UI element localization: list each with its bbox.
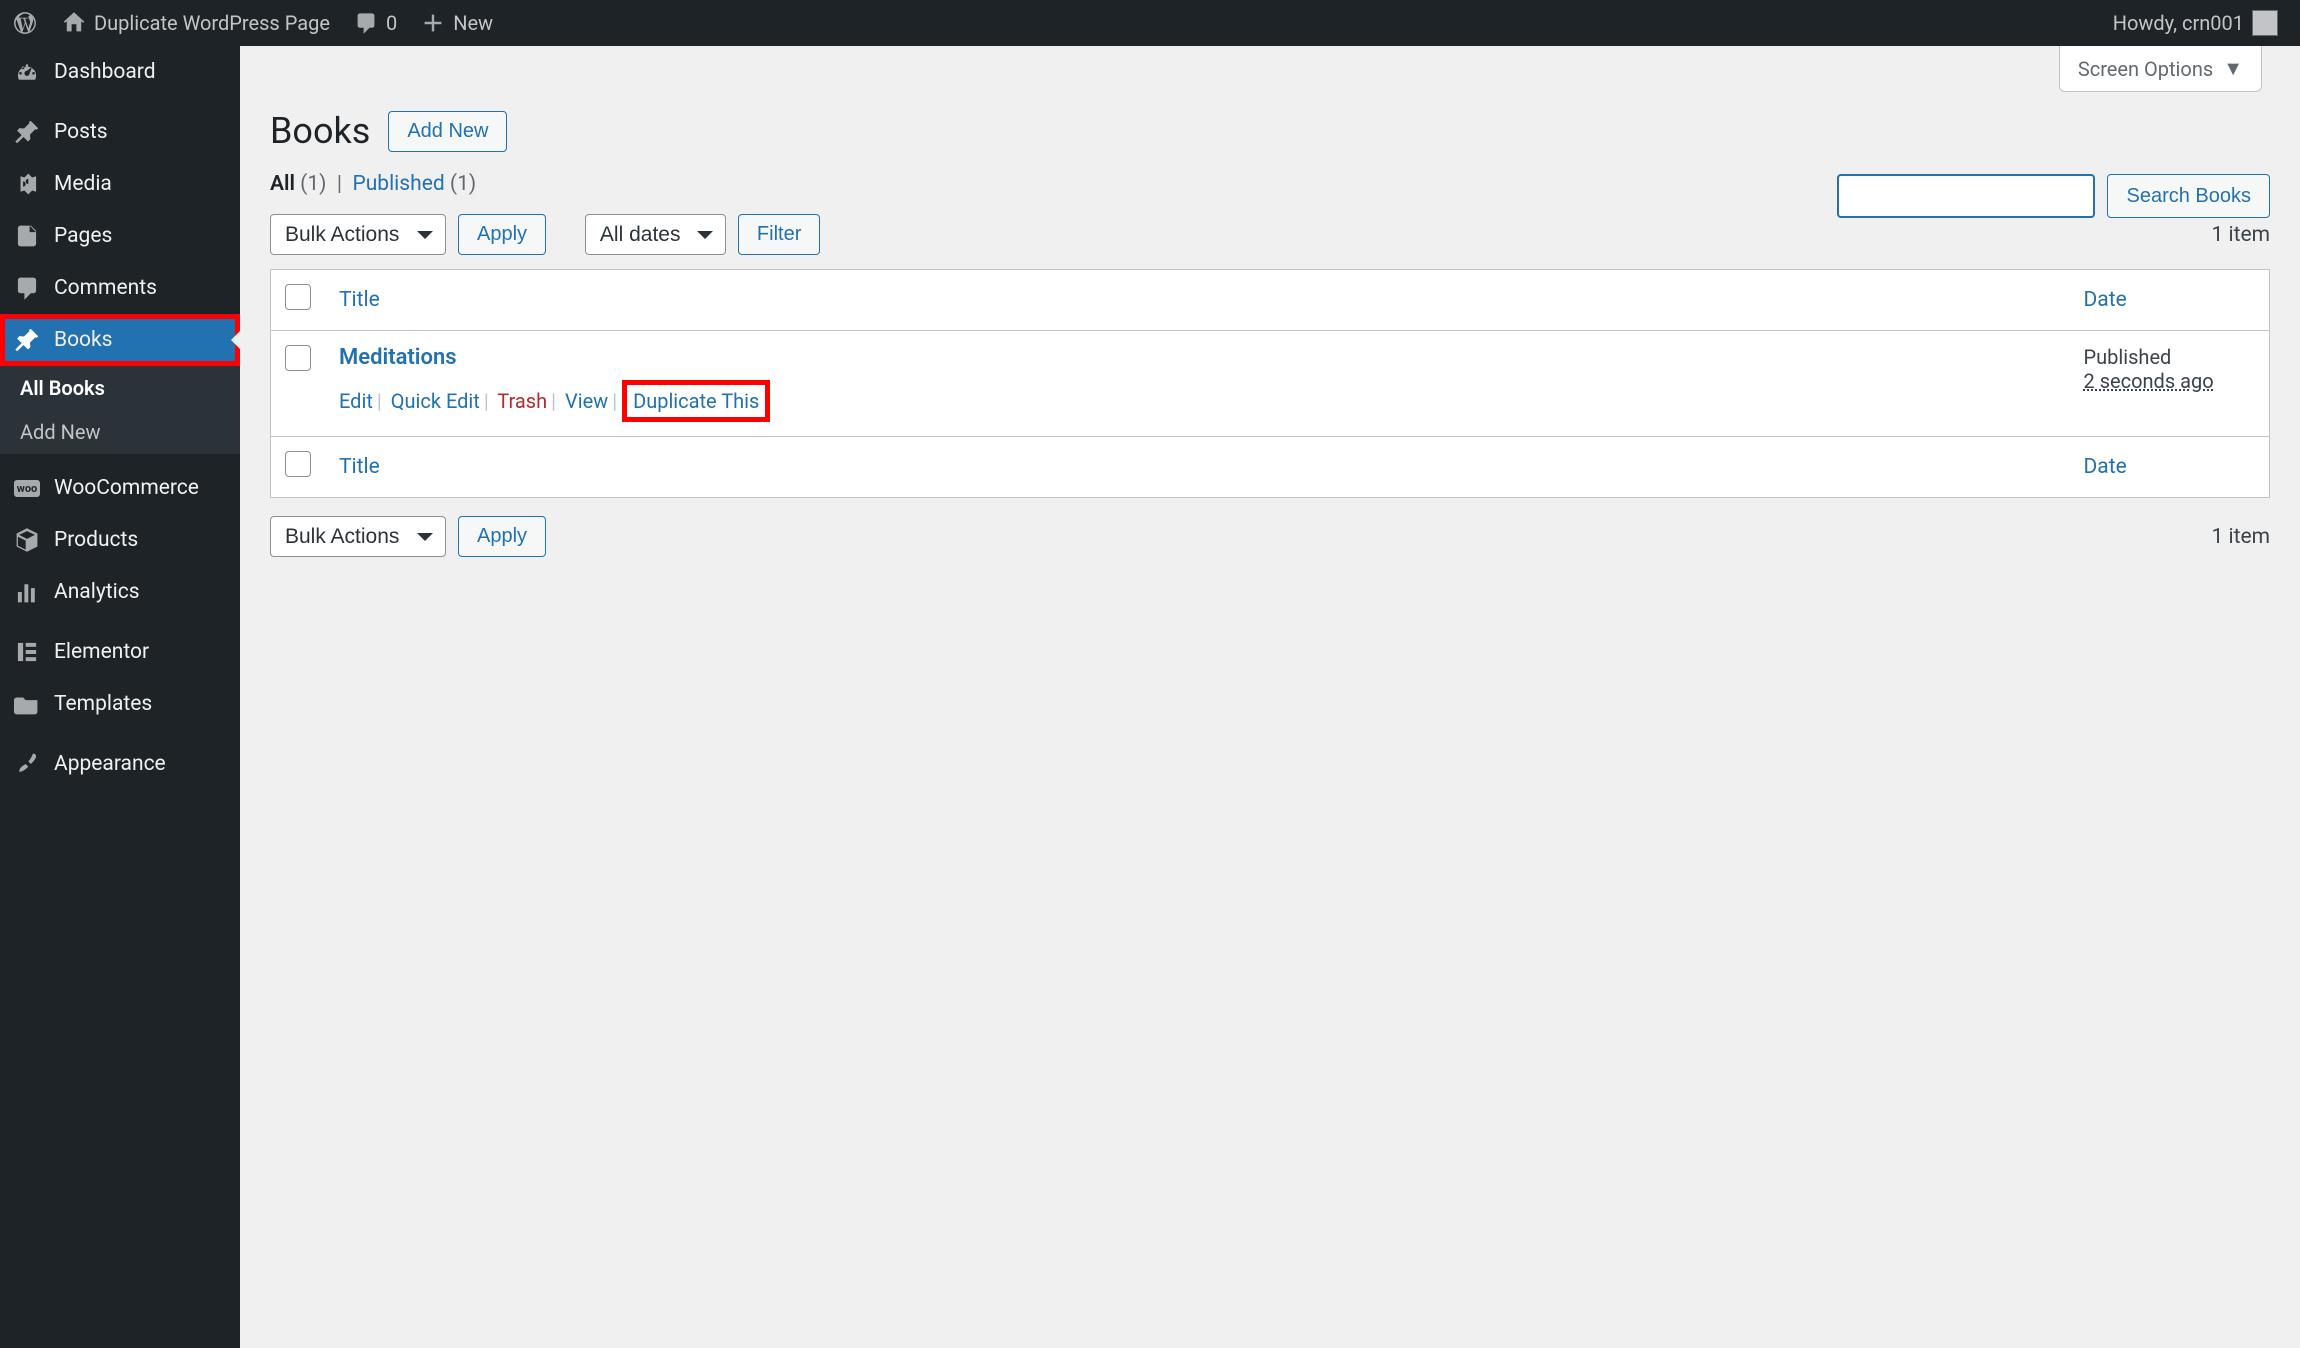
table-row: Meditations Edit| Quick Edit| Trash| Vie…: [271, 331, 2270, 437]
action-view[interactable]: View: [565, 389, 608, 413]
sidebar-item-label: Templates: [54, 692, 152, 716]
search-box: Search Books: [1837, 174, 2270, 218]
action-edit[interactable]: Edit: [339, 389, 373, 413]
home-icon: [62, 11, 86, 35]
sidebar-item-label: Products: [54, 528, 138, 552]
page-title: Books: [270, 110, 370, 152]
sidebar-item-label: Elementor: [54, 640, 149, 664]
action-trash[interactable]: Trash: [497, 389, 547, 413]
site-title: Duplicate WordPress Page: [94, 11, 330, 35]
sidebar-item-media[interactable]: Media: [0, 158, 240, 210]
post-timestamp: 2 seconds ago: [2084, 369, 2214, 393]
sidebar-item-pages[interactable]: Pages: [0, 210, 240, 262]
sidebar-item-label: Appearance: [54, 752, 166, 776]
brush-icon: [14, 751, 40, 777]
screen-options-toggle[interactable]: Screen Options ▼: [2059, 46, 2262, 92]
sidebar-item-woocommerce[interactable]: woo WooCommerce: [0, 462, 240, 514]
wordpress-icon: [12, 10, 38, 36]
row-checkbox[interactable]: [285, 345, 311, 371]
sidebar-submenu-books: All Books Add New: [0, 366, 240, 454]
action-duplicate[interactable]: Duplicate This: [633, 389, 759, 413]
box-icon: [14, 527, 40, 553]
item-count-bottom: 1 item: [2211, 525, 2270, 549]
post-status: Published: [2084, 345, 2172, 369]
avatar: [2252, 10, 2278, 36]
submenu-item-add-new[interactable]: Add New: [0, 410, 240, 454]
sidebar-item-label: Comments: [54, 276, 157, 300]
date-filter-select[interactable]: All dates: [585, 214, 726, 255]
comments-link[interactable]: 0: [342, 0, 409, 46]
content-area: Screen Options ▼ Books Add New All (1) |…: [240, 46, 2300, 1348]
item-count: 1 item: [2211, 223, 2270, 247]
search-button[interactable]: Search Books: [2107, 174, 2270, 218]
screen-options-label: Screen Options: [2078, 57, 2213, 81]
select-all-checkbox[interactable]: [285, 284, 311, 310]
sidebar-item-label: Media: [54, 172, 112, 196]
column-date[interactable]: Date: [2084, 288, 2127, 312]
media-icon: [14, 171, 40, 197]
my-account[interactable]: Howdy, crn001: [2101, 0, 2290, 46]
sidebar-item-label: Posts: [54, 120, 108, 144]
column-date-bottom[interactable]: Date: [2084, 455, 2127, 479]
dashboard-icon: [14, 59, 40, 85]
apply-button[interactable]: Apply: [458, 214, 546, 255]
post-title-link[interactable]: Meditations: [339, 345, 457, 370]
apply-button-bottom[interactable]: Apply: [458, 516, 546, 557]
elementor-icon: [14, 639, 40, 665]
comments-count: 0: [386, 11, 397, 35]
admin-sidebar: Dashboard Posts Media Pages Comments Boo…: [0, 46, 240, 1348]
column-title[interactable]: Title: [339, 288, 380, 312]
filter-all[interactable]: All (1): [270, 172, 326, 196]
sidebar-item-analytics[interactable]: Analytics: [0, 566, 240, 618]
chevron-down-icon: ▼: [2223, 56, 2243, 81]
new-label: New: [453, 11, 493, 35]
bulk-actions-select[interactable]: Bulk Actions: [270, 214, 446, 255]
sidebar-item-dashboard[interactable]: Dashboard: [0, 46, 240, 98]
sidebar-item-label: Dashboard: [54, 60, 156, 84]
submenu-item-all-books[interactable]: All Books: [0, 366, 240, 410]
wp-logo-menu[interactable]: [0, 0, 50, 46]
comment-icon: [354, 11, 378, 35]
pin-icon: [14, 119, 40, 145]
new-content-link[interactable]: New: [409, 0, 505, 46]
pin-icon: [14, 327, 40, 353]
pages-icon: [14, 223, 40, 249]
plus-icon: [421, 11, 445, 35]
sidebar-item-appearance[interactable]: Appearance: [0, 738, 240, 790]
sidebar-item-label: WooCommerce: [54, 476, 199, 500]
sidebar-item-comments[interactable]: Comments: [0, 262, 240, 314]
folder-icon: [14, 691, 40, 717]
sidebar-item-books[interactable]: Books: [0, 314, 240, 366]
sidebar-item-label: Books: [54, 328, 113, 352]
sidebar-item-label: Analytics: [54, 580, 140, 604]
sidebar-item-products[interactable]: Products: [0, 514, 240, 566]
sidebar-item-posts[interactable]: Posts: [0, 106, 240, 158]
action-quick-edit[interactable]: Quick Edit: [391, 389, 480, 413]
sidebar-item-templates[interactable]: Templates: [0, 678, 240, 730]
add-new-button[interactable]: Add New: [388, 111, 507, 152]
search-input[interactable]: [1837, 174, 2095, 218]
filter-published[interactable]: Published (1): [352, 172, 476, 196]
sidebar-item-label: Pages: [54, 224, 112, 248]
select-all-checkbox-bottom[interactable]: [285, 451, 311, 477]
comment-icon: [14, 275, 40, 301]
filter-button[interactable]: Filter: [738, 214, 820, 255]
sidebar-item-elementor[interactable]: Elementor: [0, 626, 240, 678]
bulk-actions-select-bottom[interactable]: Bulk Actions: [270, 516, 446, 557]
bars-icon: [14, 579, 40, 605]
posts-table: Title Date Meditations Edit| Quick Edit|…: [270, 269, 2270, 498]
adminbar: Duplicate WordPress Page 0 New Howdy, cr…: [0, 0, 2300, 46]
row-actions: Edit| Quick Edit| Trash| View| Duplicate…: [339, 380, 2056, 422]
woo-icon: woo: [14, 475, 40, 501]
howdy-text: Howdy, crn001: [2113, 11, 2244, 35]
column-title-bottom[interactable]: Title: [339, 455, 380, 479]
site-link[interactable]: Duplicate WordPress Page: [50, 0, 342, 46]
